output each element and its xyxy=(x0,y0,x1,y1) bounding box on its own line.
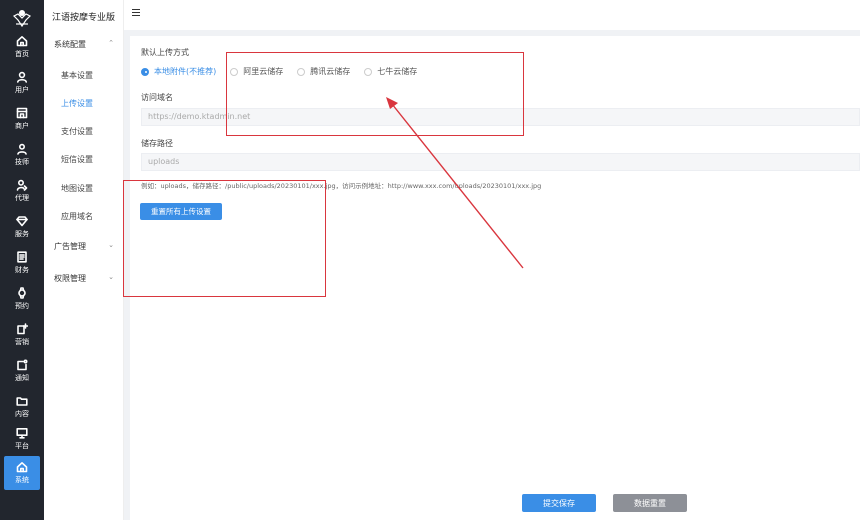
radio-dot-icon xyxy=(297,67,306,76)
domain-input[interactable]: https://demo.ktadmin.net xyxy=(141,108,860,126)
rail-item-finance[interactable]: 财务 xyxy=(4,246,40,280)
rail-item-marketing[interactable]: 营销 xyxy=(4,318,40,352)
submenu-item-app-domain[interactable]: 应用域名 xyxy=(61,211,93,222)
radio-dot-icon xyxy=(364,67,373,76)
diamond-icon xyxy=(16,216,28,227)
menu-group-label: 广告管理 xyxy=(54,242,86,251)
submit-save-button[interactable]: 提交保存 xyxy=(522,494,596,512)
folder-icon xyxy=(16,397,28,406)
menu-group-label: 权限管理 xyxy=(54,274,86,283)
radio-dot-icon xyxy=(230,67,239,76)
rail-item-technician[interactable]: 技师 xyxy=(4,138,40,172)
menu-group-ads[interactable]: 广告管理 ⌄ xyxy=(54,241,120,252)
radio-qiniu-storage[interactable]: 七牛云储存 xyxy=(364,66,417,77)
menu-group-permissions[interactable]: 权限管理 ⌄ xyxy=(54,273,120,284)
rail-item-merchant[interactable]: 商户 xyxy=(4,102,40,136)
top-bar xyxy=(124,0,860,30)
submenu-item-upload-settings[interactable]: 上传设置 xyxy=(61,98,93,109)
logo-icon xyxy=(12,10,32,28)
technician-icon xyxy=(17,143,27,155)
menu-group-label: 系统配置 xyxy=(54,40,86,49)
main-nav-rail: 首页 用户 商户 技师 代理 服务 财务 预约 营销 通知 内容 平台 系统 xyxy=(0,0,44,520)
chevron-up-icon: ⌃ xyxy=(108,39,114,47)
domain-label: 访问域名 xyxy=(141,93,173,102)
home-icon xyxy=(16,462,28,473)
radio-aliyun-storage[interactable]: 阿里云储存 xyxy=(230,66,283,77)
upload-method-radio-group: 本地附件(不推荐) 阿里云储存 腾讯云储存 七牛云储存 xyxy=(141,66,431,77)
menu-toggle-icon[interactable] xyxy=(132,9,140,17)
rail-item-home[interactable]: 首页 xyxy=(4,30,40,64)
rail-item-booking[interactable]: 预约 xyxy=(4,282,40,316)
reset-upload-settings-button[interactable]: 重置所有上传设置 xyxy=(140,203,222,220)
radio-tencent-storage[interactable]: 腾讯云储存 xyxy=(297,66,350,77)
submenu-item-map-settings[interactable]: 地图设置 xyxy=(61,183,93,194)
monitor-icon xyxy=(16,428,28,439)
submenu-item-payment-settings[interactable]: 支付设置 xyxy=(61,126,93,137)
menu-group-system-config[interactable]: 系统配置 ⌃ xyxy=(54,39,120,50)
rail-item-user[interactable]: 用户 xyxy=(4,66,40,100)
submenu-item-sms-settings[interactable]: 短信设置 xyxy=(61,154,93,165)
notice-icon xyxy=(17,359,28,371)
storage-path-input[interactable]: uploads xyxy=(141,153,860,171)
app-title: 江语按摩专业版 xyxy=(52,13,116,23)
agent-icon xyxy=(16,179,28,191)
rail-item-service[interactable]: 服务 xyxy=(4,210,40,244)
chevron-down-icon: ⌄ xyxy=(108,241,114,249)
storage-path-hint: 例如：uploads，储存路径：/public/uploads/20230101… xyxy=(141,182,542,190)
rail-item-notice[interactable]: 通知 xyxy=(4,354,40,388)
chevron-down-icon: ⌄ xyxy=(108,273,114,281)
rail-item-content[interactable]: 内容 xyxy=(4,390,40,424)
rail-item-agent[interactable]: 代理 xyxy=(4,174,40,208)
settings-submenu: 江语按摩专业版 系统配置 ⌃ 基本设置 上传设置 支付设置 短信设置 地图设置 … xyxy=(44,0,124,520)
home-icon xyxy=(16,36,28,47)
upload-method-label: 默认上传方式 xyxy=(141,48,189,57)
watch-icon xyxy=(18,287,26,299)
storage-path-label: 储存路径 xyxy=(141,139,173,148)
rail-item-platform[interactable]: 平台 xyxy=(4,422,40,456)
rail-item-system[interactable]: 系统 xyxy=(4,456,40,490)
radio-local-attachment[interactable]: 本地附件(不推荐) xyxy=(141,66,216,77)
upload-settings-form: 默认上传方式 本地附件(不推荐) 阿里云储存 腾讯云储存 七牛云储存 访问域名 … xyxy=(130,36,860,520)
user-icon xyxy=(17,71,27,83)
radio-dot-icon xyxy=(141,67,149,76)
marketing-icon xyxy=(17,323,28,335)
store-icon xyxy=(16,107,28,119)
data-reset-button[interactable]: 数据重置 xyxy=(613,494,687,512)
ledger-icon xyxy=(17,251,27,263)
submenu-item-basic-settings[interactable]: 基本设置 xyxy=(61,70,93,81)
